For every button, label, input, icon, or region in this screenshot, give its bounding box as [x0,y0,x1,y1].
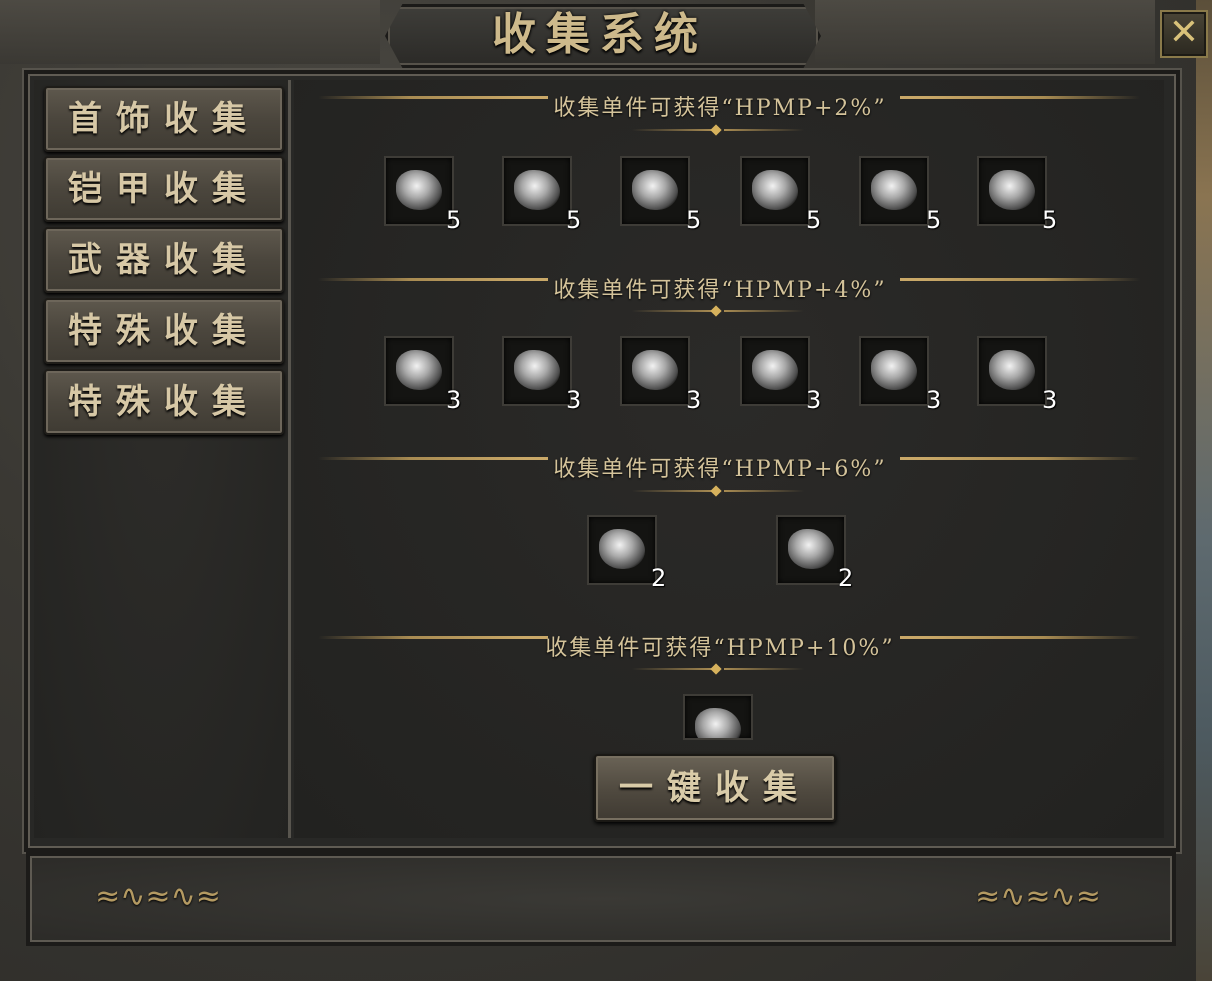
equipment-item-icon [396,350,442,390]
section-divider-left [318,96,548,99]
equipment-item-icon [632,350,678,390]
sub-divider-left [632,129,712,131]
item-count: 2 [838,564,854,592]
sub-divider-right [724,310,804,312]
item-count: 5 [566,206,582,234]
sub-divider-right [724,668,804,670]
title-ornament-left [0,0,380,64]
equipment-item-icon [752,350,798,390]
equipment-item-icon [632,170,678,210]
sidebar-item-armor[interactable]: 铠甲收集 [44,156,284,222]
equipment-item-icon [989,350,1035,390]
sub-divider-left [632,310,712,312]
item-slot[interactable] [859,156,929,226]
window-title: 收集系统 [492,9,708,60]
sidebar-item-weapon[interactable]: 武器收集 [44,227,284,293]
item-slot[interactable] [384,336,454,406]
item-count: 3 [446,386,462,414]
item-slot[interactable] [740,156,810,226]
equipment-item-icon [396,170,442,210]
item-count: 5 [806,206,822,234]
item-count: 3 [566,386,582,414]
section-divider-right [900,457,1140,460]
equipment-item-icon [788,529,834,569]
section-divider-left [318,457,548,460]
game-background-strip [1196,0,1212,981]
item-slot[interactable] [977,156,1047,226]
sub-divider-left [632,668,712,670]
item-slot[interactable] [620,336,690,406]
dragon-ornament-icon: ≈∿≈∿≈ [95,879,221,914]
equipment-item-icon [989,170,1035,210]
equipment-item-icon [871,350,917,390]
item-slot[interactable] [620,156,690,226]
equipment-item-icon [514,350,560,390]
item-slot[interactable] [384,156,454,226]
title-ornament-right [815,0,1155,64]
item-slot[interactable] [740,336,810,406]
sidebar-item-jewelry[interactable]: 首饰收集 [44,86,284,152]
equipment-item-icon [695,708,741,738]
item-slot[interactable] [683,694,753,740]
sidebar-item-special-1[interactable]: 特殊收集 [44,298,284,364]
item-count: 5 [926,206,942,234]
equipment-item-icon [871,170,917,210]
item-count: 3 [806,386,822,414]
sidebar-item-special-2[interactable]: 特殊收集 [44,369,284,435]
dragon-ornament-icon: ≈∿≈∿≈ [975,879,1101,914]
section-divider-left [318,278,548,281]
item-count: 2 [651,564,667,592]
section-title-2: 收集单件可获得“HPMP+4%” [553,278,887,303]
section-divider-right [900,96,1140,99]
item-slot[interactable] [502,336,572,406]
section-divider-left [318,636,548,639]
close-icon: ✕ [1168,12,1200,53]
section-title-4: 收集单件可获得“HPMP+10%” [545,636,895,661]
sub-divider-left [632,490,712,492]
section-divider-right [900,636,1140,639]
equipment-item-icon [752,170,798,210]
item-slot[interactable] [502,156,572,226]
item-slot[interactable] [859,336,929,406]
equipment-item-icon [514,170,560,210]
collect-all-button[interactable]: 一键收集 [594,754,836,822]
item-count: 3 [926,386,942,414]
section-title-1: 收集单件可获得“HPMP+2%” [553,96,887,121]
sub-divider-right [724,490,804,492]
section-title-3: 收集单件可获得“HPMP+6%” [553,457,887,482]
item-count: 5 [686,206,702,234]
item-count: 3 [1042,386,1058,414]
equipment-item-icon [599,529,645,569]
item-count: 3 [686,386,702,414]
section-divider-right [900,278,1140,281]
item-count: 5 [446,206,462,234]
item-slot[interactable] [977,336,1047,406]
sub-divider-right [724,129,804,131]
item-slot[interactable] [587,515,657,585]
item-slot[interactable] [776,515,846,585]
item-count: 5 [1042,206,1058,234]
close-button[interactable]: ✕ [1160,10,1208,58]
